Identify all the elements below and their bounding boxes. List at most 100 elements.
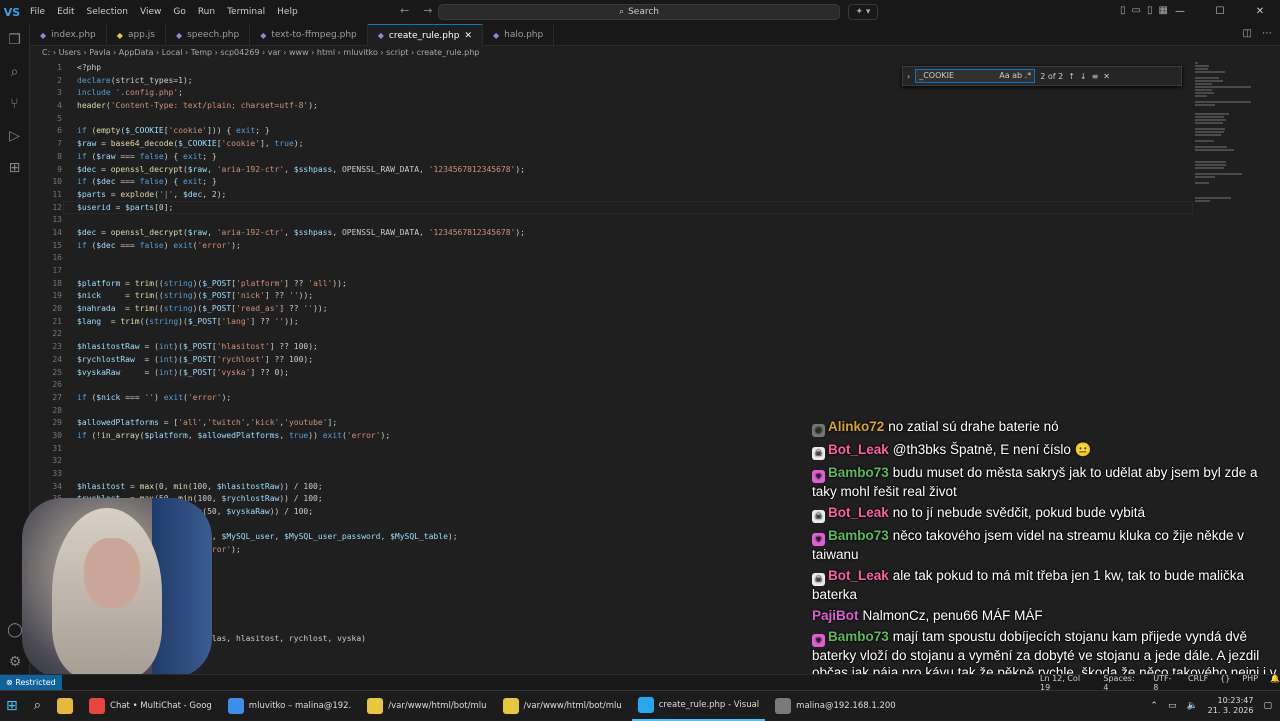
php-icon: ◆ [260,30,267,40]
menu-item-go[interactable]: Go [173,7,185,17]
code-line[interactable] [77,214,525,227]
run-debug-icon[interactable]: ▷ [0,120,29,152]
find-in-selection-icon[interactable]: ≡ [1092,72,1099,81]
tab-create-rule-php[interactable]: ◆ create_rule.php ✕ [367,24,483,46]
copilot-button[interactable]: ✦ ▾ [848,4,878,20]
back-arrow-icon[interactable]: ← [400,4,409,17]
toggle-sidebar-icon[interactable]: ▯ [1120,5,1126,16]
menu-item-file[interactable]: File [30,7,45,17]
encoding[interactable]: UTF-8 [1153,674,1176,692]
code-line[interactable]: if ($dec === false) exit('error'); [77,240,525,253]
tab-speech-php[interactable]: ◆ speech.php [166,24,251,46]
cursor-position[interactable]: Ln 12, Col 19 [1040,674,1091,692]
taskbar-app[interactable]: create_rule.php - Visual [631,691,766,721]
taskbar-app[interactable]: /var/www/html/bot/mlu [361,691,492,721]
taskbar-app[interactable]: /var/www/html/bot/mlu [497,691,628,721]
restricted-mode[interactable]: ⊗ Restricted [0,675,62,690]
code-line[interactable]: if ($nick === '') exit('error'); [77,392,525,405]
code-line[interactable] [77,455,525,468]
explorer-icon[interactable]: ❐ [0,24,29,56]
title-bar: VS File Edit Selection View Go Run Terminal Hel… [0,0,1280,24]
toggle-secondary-icon[interactable]: ▯ [1147,5,1153,16]
code-line[interactable]: $allowedPlatforms = ['all','twitch','kic… [77,417,525,430]
next-match-icon[interactable]: ↓ [1080,72,1087,81]
menu-item-edit[interactable]: Edit [57,7,74,17]
minimize-icon[interactable]: — [1160,0,1200,24]
notification-center-icon[interactable]: ▢ [1263,701,1272,711]
indentation[interactable]: Spaces: 4 [1103,674,1141,692]
file-explorer-task[interactable] [51,691,79,721]
code-line[interactable] [77,252,525,265]
code-line[interactable]: if ($raw === false) { exit; } [77,151,525,164]
code-line[interactable]: $dec = openssl_decrypt($raw, 'aria-192-c… [77,164,525,177]
split-editor-icon[interactable]: ◫ [1243,28,1252,39]
clock[interactable]: 10:23:47 21. 3. 2026 [1208,696,1254,716]
notifications-icon[interactable]: 🔔 [1270,674,1280,692]
app-icon [637,696,654,713]
code-line[interactable]: $vyskaRaw = (int)($_POST['vyska'] ?? 0); [77,367,525,380]
forward-arrow-icon[interactable]: → [423,4,432,17]
maximize-icon[interactable]: ☐ [1200,0,1240,24]
tab-text-to-ffmpeg-php[interactable]: ◆ text-to-ffmpeg.php [250,24,368,46]
menu-item-help[interactable]: Help [277,7,298,17]
source-control-icon[interactable]: ⑂ [0,88,29,120]
code-line[interactable]: if ($dec === false) { exit; } [77,176,525,189]
eol[interactable]: CRLF [1188,674,1208,692]
tab-app-js[interactable]: ◆ app.js [107,24,166,46]
close-tab-icon[interactable]: ✕ [464,31,472,41]
code-line[interactable] [77,113,525,126]
code-line[interactable] [77,443,525,456]
tab-halo-php[interactable]: ◆ halo.php [483,24,555,46]
menu-item-selection[interactable]: Selection [87,7,128,17]
code-line[interactable]: $hlasitostRaw = (int)($_POST['hlasitost'… [77,341,525,354]
taskbar-app[interactable]: mluvitko – malina@192. [222,691,357,721]
code-line[interactable]: $dec = openssl_decrypt($raw, 'aria-192-c… [77,227,525,240]
language-mode[interactable]: PHP [1242,674,1258,692]
close-find-icon[interactable]: ✕ [1103,72,1110,81]
tab-index-php[interactable]: ◆ index.php [30,24,107,46]
code-line[interactable]: include '.config.php'; [77,87,525,100]
taskbar-search[interactable]: ⌕ [28,691,47,721]
menu-item-run[interactable]: Run [198,7,215,17]
code-line[interactable]: $platform = trim((string)($_POST['platfo… [77,278,525,291]
code-line[interactable]: $nick = trim((string)($_POST['nick'] ?? … [77,290,525,303]
toggle-replace-icon[interactable]: › [907,72,910,81]
find-input[interactable]: _COOKIE Aa ab .* [915,69,1036,83]
taskbar-app[interactable]: malina@192.168.1.200 [769,691,902,721]
previous-match-icon[interactable]: ↑ [1068,72,1075,81]
code-line[interactable]: <?php [77,62,525,75]
code-line[interactable] [77,379,525,392]
start-button[interactable]: ⊞ [0,691,24,721]
toggle-panel-icon[interactable]: ▭ [1132,5,1141,16]
more-actions-icon[interactable]: ⋯ [1262,28,1272,39]
find-options[interactable]: Aa ab .* [999,70,1031,82]
code-line[interactable]: if (!in_array($platform, $allowedPlatfor… [77,430,525,443]
code-line[interactable]: $parts = explode('|', $dec, 2); [77,189,525,202]
code-line[interactable] [77,468,525,481]
extensions-icon[interactable]: ⊞ [0,152,29,184]
code-line[interactable]: declare(strict_types=1); [77,75,525,88]
taskbar-app[interactable]: Chat • MultiChat - Goog [83,691,218,721]
code-line[interactable]: header('Content-Type: text/plain; charse… [77,100,525,113]
tray-chevron-icon[interactable]: ⌃ [1150,701,1158,711]
code-line[interactable] [77,265,525,278]
minimap[interactable] [1195,62,1255,202]
code-line[interactable]: $userid = $parts[0]; [77,202,525,215]
code-line[interactable]: $rychlostRaw = (int)($_POST['rychlost'] … [77,354,525,367]
code-line[interactable]: $nahrada = trim((string)($_POST['read_as… [77,303,525,316]
volume-icon[interactable]: 🔈 [1186,701,1197,711]
code-line[interactable]: if (empty($_COOKIE['cookie'])) { exit; } [77,125,525,138]
code-line[interactable]: $raw = base64_decode($_COOKIE['cookie'],… [77,138,525,151]
code-line[interactable]: $lang = trim((string)($_POST['lang'] ?? … [77,316,525,329]
braces-icon[interactable]: {} [1220,674,1230,692]
command-search[interactable]: ⌕ Search [438,4,840,20]
code-line[interactable] [77,405,525,418]
search-view-icon[interactable]: ⌕ [0,56,29,88]
breadcrumb[interactable]: C: › Users › Pavla › AppData › Local › T… [30,46,1280,60]
close-window-icon[interactable]: ✕ [1240,0,1280,24]
menu-item-terminal[interactable]: Terminal [227,7,265,17]
code-line[interactable]: $hlasitost = max(0, min(100, $hlasitostR… [77,481,525,494]
network-icon[interactable]: ▭ [1168,701,1177,711]
code-line[interactable] [77,328,525,341]
menu-item-view[interactable]: View [140,7,161,17]
